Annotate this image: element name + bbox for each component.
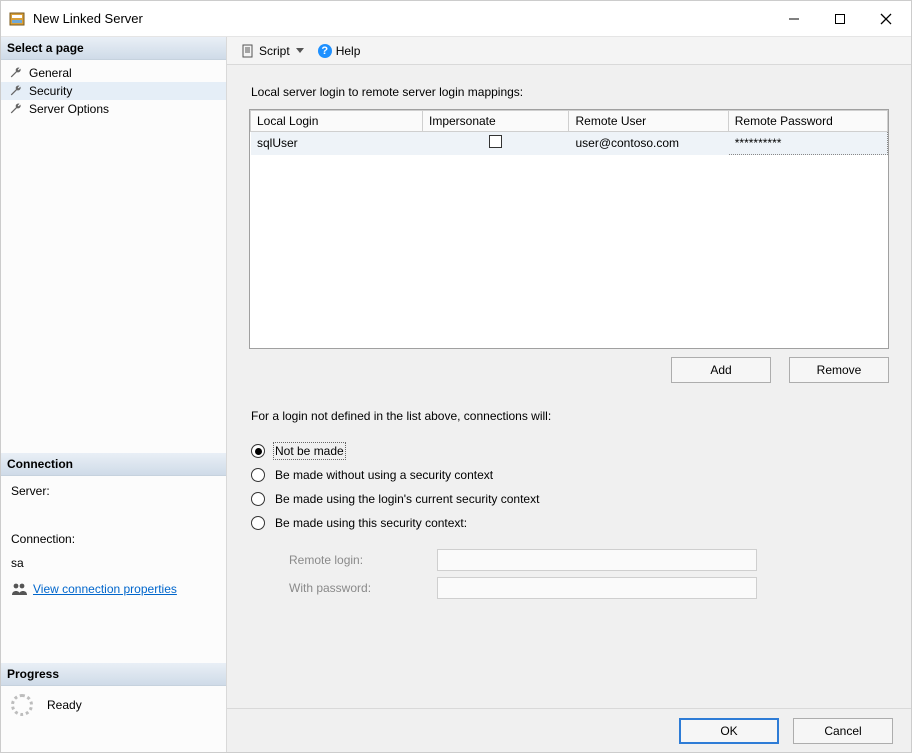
help-icon: ? [318, 44, 332, 58]
radio-input[interactable] [251, 444, 265, 458]
with-password-label: With password: [289, 581, 419, 595]
cell-remote-user[interactable]: user@contoso.com [569, 132, 728, 155]
dialog-footer: OK Cancel [227, 708, 911, 752]
view-connection-properties-link[interactable]: View connection properties [11, 582, 177, 596]
page-item-label: Server Options [29, 102, 109, 116]
cell-remote-password[interactable]: ********** [728, 132, 887, 155]
close-button[interactable] [863, 3, 909, 35]
connection-behavior-radio-group: Not be made Be made without using a secu… [249, 439, 889, 535]
radio-input[interactable] [251, 492, 265, 506]
maximize-button[interactable] [817, 3, 863, 35]
app-icon [9, 11, 25, 27]
col-remote-user[interactable]: Remote User [569, 111, 728, 132]
mapping-caption: Local server login to remote server logi… [251, 85, 889, 99]
connection-block: Server: Connection: sa View connection p… [1, 476, 226, 603]
radio-input[interactable] [251, 468, 265, 482]
undefined-login-caption: For a login not defined in the list abov… [251, 409, 889, 423]
sidebar: Select a page General Security Server Op… [1, 37, 227, 752]
col-remote-password[interactable]: Remote Password [728, 111, 887, 132]
remove-button[interactable]: Remove [789, 357, 889, 383]
page-item-security[interactable]: Security [1, 82, 226, 100]
radio-without-security-context[interactable]: Be made without using a security context [249, 463, 889, 487]
page-item-server-options[interactable]: Server Options [1, 100, 226, 118]
script-icon [241, 44, 255, 58]
table-row[interactable]: sqlUser user@contoso.com ********** [251, 132, 888, 155]
radio-label: Not be made [275, 444, 344, 458]
server-value [11, 508, 216, 522]
wrench-icon [9, 102, 23, 116]
progress-status: Ready [47, 698, 82, 712]
radio-current-security-context[interactable]: Be made using the login's current securi… [249, 487, 889, 511]
progress-block: Ready [1, 686, 226, 724]
titlebar: New Linked Server [1, 1, 911, 37]
radio-not-be-made[interactable]: Not be made [249, 439, 889, 463]
radio-label: Be made using this security context: [275, 516, 467, 530]
script-label: Script [259, 44, 290, 58]
radio-this-security-context[interactable]: Be made using this security context: [249, 511, 889, 535]
window-title: New Linked Server [33, 11, 771, 26]
help-button[interactable]: ? Help [314, 42, 365, 60]
cancel-button[interactable]: Cancel [793, 718, 893, 744]
radio-label: Be made using the login's current securi… [275, 492, 539, 506]
main-split: Select a page General Security Server Op… [1, 37, 911, 752]
server-label: Server: [11, 484, 216, 498]
dialog-new-linked-server: New Linked Server Select a page General … [0, 0, 912, 753]
script-dropdown[interactable]: Script [237, 42, 308, 60]
people-icon [11, 582, 27, 596]
content-toolbar: Script ? Help [227, 37, 911, 65]
connection-label: Connection: [11, 532, 216, 546]
progress-header: Progress [1, 663, 226, 686]
remote-login-label: Remote login: [289, 553, 419, 567]
link-label: View connection properties [33, 582, 177, 596]
add-button[interactable]: Add [671, 357, 771, 383]
security-context-fields: Remote login: With password: [289, 543, 889, 605]
radio-label: Be made without using a security context [275, 468, 493, 482]
page-list: General Security Server Options [1, 60, 226, 122]
help-label: Help [336, 44, 361, 58]
page-item-label: General [29, 66, 72, 80]
cell-local-login[interactable]: sqlUser [251, 132, 423, 155]
ok-button[interactable]: OK [679, 718, 779, 744]
col-local-login[interactable]: Local Login [251, 111, 423, 132]
col-impersonate[interactable]: Impersonate [422, 111, 569, 132]
page-item-label: Security [29, 84, 72, 98]
select-page-header: Select a page [1, 37, 226, 60]
impersonate-checkbox[interactable] [489, 135, 502, 148]
connection-value: sa [11, 556, 216, 570]
remote-login-input [437, 549, 757, 571]
page-item-general[interactable]: General [1, 64, 226, 82]
grid-buttons: Add Remove [249, 357, 889, 383]
minimize-button[interactable] [771, 3, 817, 35]
wrench-icon [9, 66, 23, 80]
table-header-row: Local Login Impersonate Remote User Remo… [251, 111, 888, 132]
chevron-down-icon [296, 48, 304, 53]
cell-impersonate[interactable] [422, 132, 569, 155]
progress-spinner-icon [11, 694, 33, 716]
radio-input[interactable] [251, 516, 265, 530]
login-mapping-grid[interactable]: Local Login Impersonate Remote User Remo… [249, 109, 889, 349]
connection-header: Connection [1, 453, 226, 476]
with-password-input [437, 577, 757, 599]
security-page-content: Local server login to remote server logi… [227, 65, 911, 708]
wrench-icon [9, 84, 23, 98]
